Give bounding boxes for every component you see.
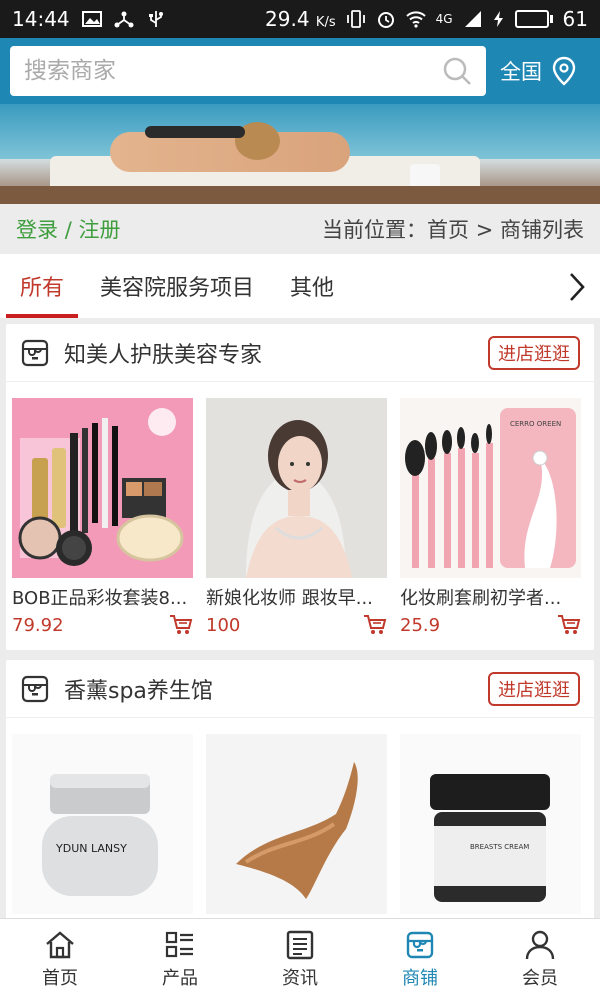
location-pin-icon: [552, 56, 576, 86]
status-bar: 14:44 29.4 K/s 4G 61: [0, 0, 600, 38]
nav-news[interactable]: 资讯: [240, 919, 360, 1000]
product-card[interactable]: YDUN LANSY: [12, 734, 193, 914]
product-name: BOB正品彩妆套装8...: [12, 588, 188, 609]
charging-icon: [493, 11, 503, 27]
region-label: 全国: [500, 60, 542, 84]
tab-other[interactable]: 其他: [276, 254, 348, 318]
login-link[interactable]: 登录: [16, 218, 58, 242]
nav-label: 商铺: [402, 967, 438, 989]
shop-card: 香薰spa养生馆 进店逛逛 YDUN LANSY BREASTS CREAM: [6, 660, 594, 928]
cart-icon[interactable]: [363, 614, 387, 636]
shop-icon: [21, 675, 49, 702]
shop-list: 知美人护肤美容专家 进店逛逛 BOB正品彩妆套装8... 79.92 新娘化妆师…: [0, 318, 600, 928]
nav-shops[interactable]: 商铺: [360, 919, 480, 1000]
usb-icon: [148, 11, 163, 27]
enter-shop-button[interactable]: 进店逛逛: [488, 671, 580, 706]
tab-beauty-services[interactable]: 美容院服务项目: [86, 254, 268, 318]
nav-label: 产品: [162, 967, 198, 989]
wifi-icon: [405, 11, 426, 28]
cart-icon[interactable]: [557, 614, 581, 636]
alarm-icon: [377, 12, 394, 28]
chevron-right-icon[interactable]: [568, 272, 586, 302]
battery-icon: [514, 10, 553, 28]
product-price: 79.92: [12, 614, 64, 636]
network-speed: 29.4 K/s: [265, 7, 336, 31]
product-price: 25.9: [400, 614, 441, 636]
shop-icon: [406, 931, 434, 958]
nav-home[interactable]: 首页: [0, 919, 120, 1000]
register-link[interactable]: 注册: [78, 218, 120, 242]
svg-text:YDUN LANSY: YDUN LANSY: [55, 842, 127, 855]
network-type: 4G: [435, 12, 453, 26]
category-tabs: 所有 美容院服务项目 其他: [0, 254, 600, 318]
login-separator: /: [64, 218, 72, 242]
search-header: 全国: [0, 38, 600, 104]
shop-header: 香薰spa养生馆 进店逛逛: [6, 660, 594, 718]
svg-text:BREASTS CREAM: BREASTS CREAM: [470, 843, 529, 851]
spa-banner-image[interactable]: [0, 104, 600, 204]
product-image[interactable]: [206, 734, 387, 914]
product-card[interactable]: BREASTS CREAM: [400, 734, 581, 914]
share-icon: [114, 11, 134, 28]
product-price: 100: [206, 614, 241, 636]
breadcrumb: 当前位置：首页 > 商铺列表: [322, 218, 584, 242]
product-image[interactable]: CERRO OREEN: [400, 398, 581, 578]
enter-shop-button[interactable]: 进店逛逛: [488, 335, 580, 370]
nav-label: 会员: [522, 967, 558, 989]
product-card[interactable]: BOB正品彩妆套装8... 79.92: [12, 398, 193, 636]
region-selector[interactable]: 全国: [500, 56, 578, 86]
user-icon: [525, 930, 555, 959]
status-time: 14:44: [12, 7, 70, 31]
battery-level: 61: [562, 7, 588, 31]
nav-label: 首页: [42, 967, 78, 989]
product-image[interactable]: BREASTS CREAM: [400, 734, 581, 914]
product-name: 化妆刷套刷初学者...: [400, 588, 562, 609]
shop-card: 知美人护肤美容专家 进店逛逛 BOB正品彩妆套装8... 79.92 新娘化妆师…: [6, 324, 594, 650]
product-image[interactable]: [12, 398, 193, 578]
product-row: BOB正品彩妆套装8... 79.92 新娘化妆师 跟妆早... 100 CER…: [6, 382, 594, 650]
shop-name[interactable]: 香薰spa养生馆: [64, 673, 213, 705]
product-card[interactable]: CERRO OREEN 化妆刷套刷初学者... 25.9: [400, 398, 581, 636]
nav-label: 资讯: [282, 967, 318, 989]
product-row: YDUN LANSY BREASTS CREAM: [6, 718, 594, 928]
list-icon: [165, 931, 193, 957]
breadcrumb-row: 登录 / 注册 当前位置：首页 > 商铺列表: [0, 204, 600, 254]
home-icon: [46, 930, 74, 958]
product-image[interactable]: [206, 398, 387, 578]
shop-icon: [21, 339, 49, 366]
bottom-nav: 首页 产品 资讯 商铺 会员: [0, 918, 600, 1000]
news-icon: [286, 930, 314, 959]
gallery-icon: [81, 11, 102, 27]
shop-name[interactable]: 知美人护肤美容专家: [64, 337, 262, 369]
product-card[interactable]: 新娘化妆师 跟妆早... 100: [206, 398, 387, 636]
search-icon[interactable]: [442, 56, 472, 86]
product-name: 新娘化妆师 跟妆早...: [206, 588, 373, 609]
product-image[interactable]: YDUN LANSY: [12, 734, 193, 914]
search-input[interactable]: [24, 58, 442, 84]
signal-icon: [464, 11, 481, 27]
product-card[interactable]: [206, 734, 387, 914]
cart-icon[interactable]: [169, 614, 193, 636]
nav-member[interactable]: 会员: [480, 919, 600, 1000]
tab-all[interactable]: 所有: [6, 254, 79, 318]
vibrate-icon: [346, 10, 365, 28]
search-box[interactable]: [10, 46, 486, 96]
shop-header: 知美人护肤美容专家 进店逛逛: [6, 324, 594, 382]
login-register: 登录 / 注册: [16, 214, 120, 244]
svg-text:CERRO OREEN: CERRO OREEN: [510, 420, 561, 428]
nav-products[interactable]: 产品: [120, 919, 240, 1000]
